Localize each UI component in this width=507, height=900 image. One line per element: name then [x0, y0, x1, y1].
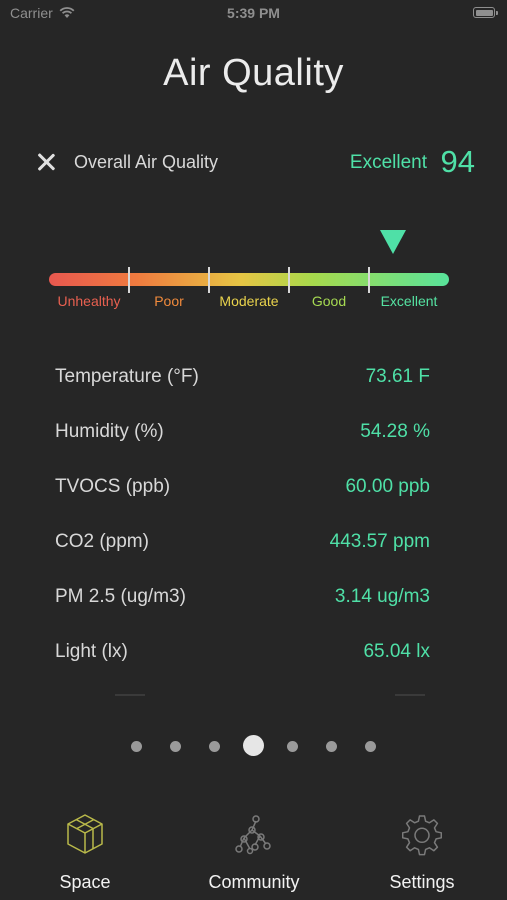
clipped-text — [115, 694, 145, 696]
overall-label: Overall Air Quality — [74, 152, 219, 172]
metric-row-tvocs: TVOCS (ppb) 60.00 ppb — [55, 470, 430, 525]
page-indicator[interactable] — [0, 735, 507, 757]
scale-label-excellent: Excellent — [380, 293, 438, 309]
page-dot[interactable] — [365, 741, 376, 752]
scale-bar — [49, 273, 449, 286]
metric-row-light: Light (lx) 65.04 lx — [55, 635, 430, 690]
page-dot[interactable] — [170, 741, 181, 752]
clipped-text — [395, 694, 425, 696]
page-dot[interactable] — [131, 741, 142, 752]
metrics-list[interactable]: Temperature (°F) 73.61 F Humidity (%) 54… — [55, 360, 430, 690]
scale-label-good: Good — [311, 293, 347, 309]
cube-icon — [67, 814, 103, 854]
scale-tick — [128, 267, 130, 293]
gear-icon — [402, 815, 442, 856]
tab-bar: Space Community Settings — [0, 800, 507, 900]
metric-row-humidity: Humidity (%) 54.28 % — [55, 415, 430, 470]
metric-row-co2: CO2 (ppm) 443.57 ppm — [55, 525, 430, 580]
metric-row-temperature: Temperature (°F) 73.61 F — [55, 360, 430, 415]
metric-value: 65.04 lx — [363, 641, 430, 662]
metrics-overflow-edge — [55, 690, 430, 704]
network-icon — [235, 815, 271, 855]
tab-label: Community — [208, 872, 300, 892]
page-dot-active[interactable] — [243, 735, 264, 756]
metric-value: 443.57 ppm — [329, 531, 430, 552]
status-time: 5:39 PM — [227, 5, 280, 21]
scale-tick — [288, 267, 290, 293]
scale-tick — [208, 267, 210, 293]
metric-name: Light (lx) — [55, 641, 128, 662]
page-dot[interactable] — [209, 741, 220, 752]
scale-label-moderate: Moderate — [219, 293, 279, 309]
metric-value: 60.00 ppb — [345, 476, 430, 497]
scale-label-poor: Poor — [154, 293, 184, 309]
scale-label-unhealthy: Unhealthy — [57, 293, 121, 309]
tab-community[interactable]: Community — [184, 800, 324, 900]
overall-air-quality-row: Overall Air Quality Excellent 94 — [30, 140, 477, 184]
metric-value: 3.14 ug/m3 — [334, 586, 430, 607]
overall-score: 94 — [440, 144, 475, 179]
tab-label: Space — [59, 872, 111, 892]
overall-rating: Excellent — [349, 152, 427, 173]
tab-space[interactable]: Space — [15, 800, 155, 900]
clipped-row — [55, 694, 430, 704]
status-bar: Carrier 5:39 PM — [0, 0, 507, 28]
battery-icon — [473, 7, 498, 18]
metric-value: 54.28 % — [360, 421, 430, 442]
quality-scale: Unhealthy Poor Moderate Good Excellent — [49, 228, 449, 318]
close-icon[interactable] — [36, 152, 56, 172]
tab-label: Settings — [389, 872, 455, 892]
tab-settings[interactable]: Settings — [352, 800, 492, 900]
page-title: Air Quality — [163, 52, 344, 94]
metric-value: 73.61 F — [365, 366, 430, 387]
metric-name: CO2 (ppm) — [55, 531, 149, 552]
scale-pointer-icon — [380, 230, 406, 254]
metric-name: Humidity (%) — [55, 421, 164, 442]
metric-name: Temperature (°F) — [55, 366, 199, 387]
metric-name: PM 2.5 (ug/m3) — [55, 586, 186, 607]
scale-tick — [368, 267, 370, 293]
page-dot[interactable] — [287, 741, 298, 752]
metric-row-pm25: PM 2.5 (ug/m3) 3.14 ug/m3 — [55, 580, 430, 635]
metric-name: TVOCS (ppb) — [55, 476, 171, 497]
page-dot[interactable] — [326, 741, 337, 752]
